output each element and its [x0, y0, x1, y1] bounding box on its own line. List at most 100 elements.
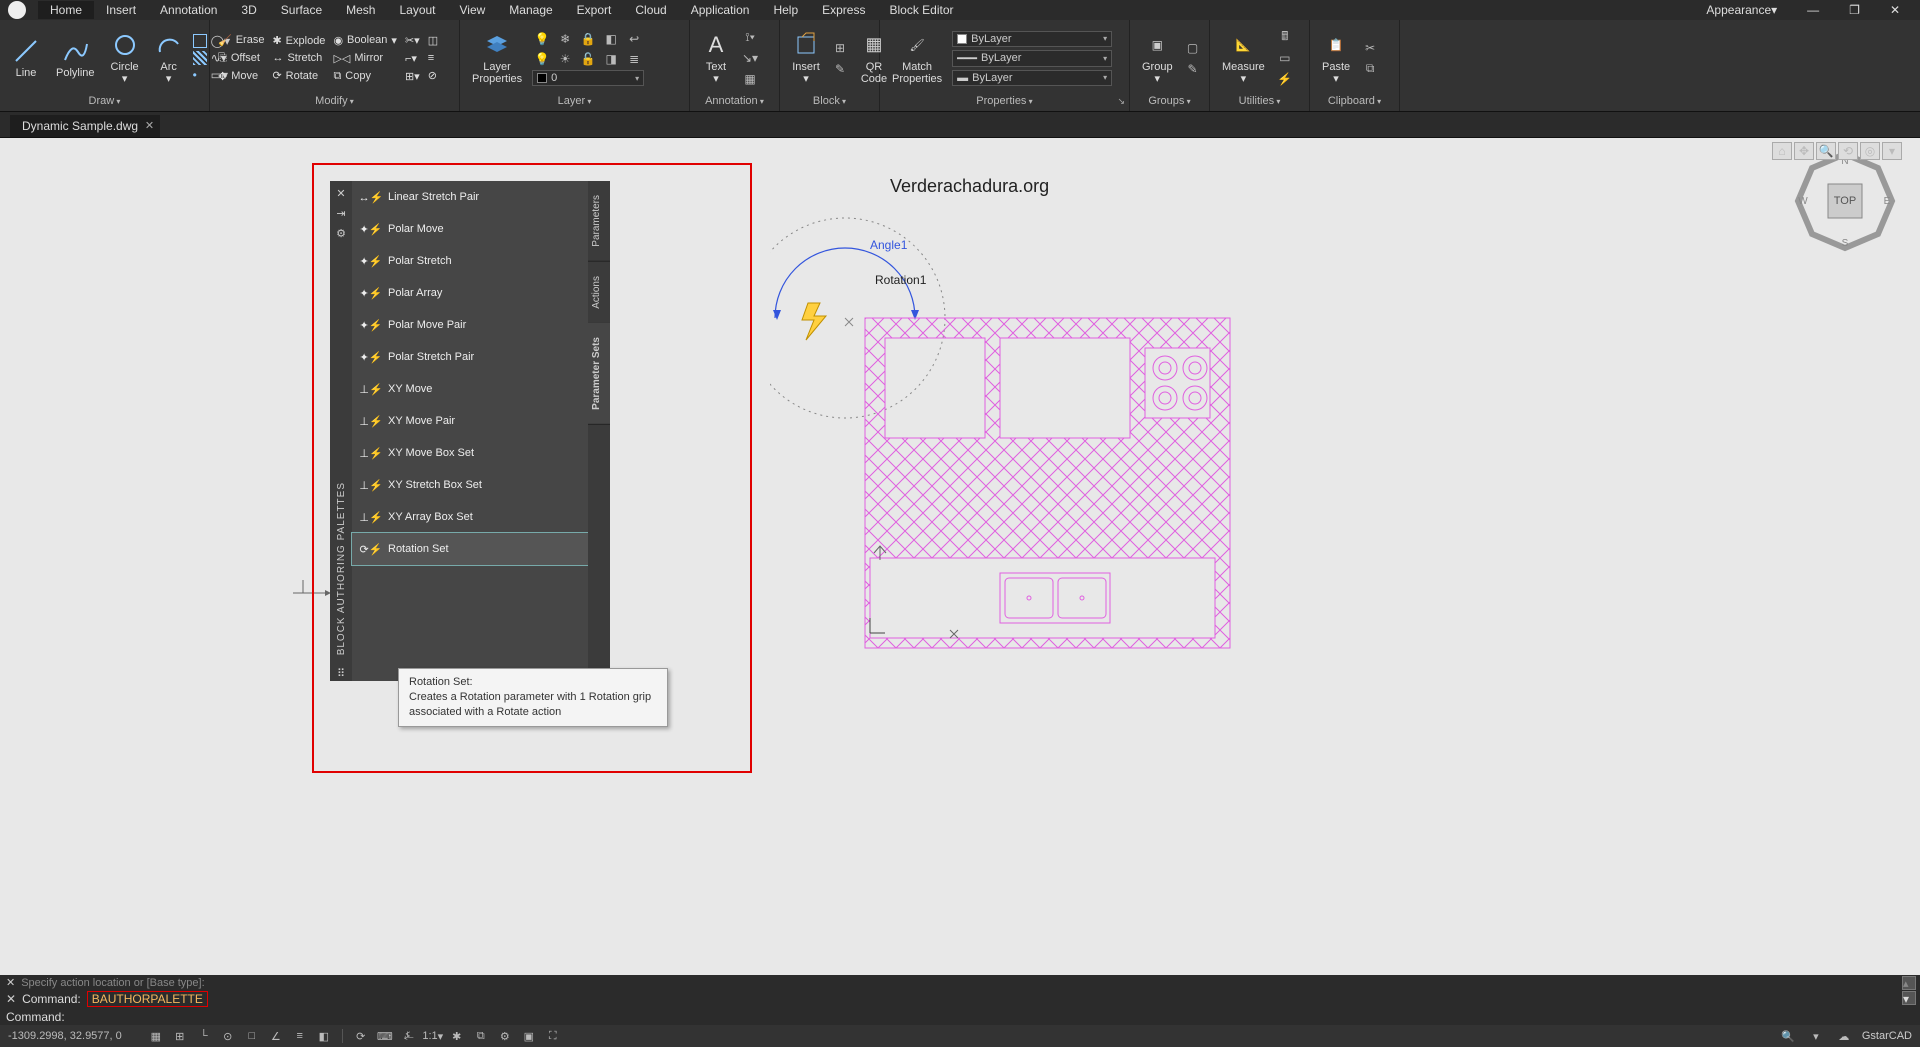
close-tab-icon[interactable]: ✕ — [145, 119, 154, 132]
panel-properties-title[interactable]: Properties — [886, 92, 1123, 107]
palette-item[interactable]: ✦⚡Polar Stretch — [352, 245, 588, 277]
palette-item[interactable]: ↔⚡Linear Stretch Pair — [352, 181, 588, 213]
boolean-button[interactable]: ◉ Boolean▾ — [331, 33, 399, 48]
workspace-icon[interactable]: ⧉ — [471, 1027, 491, 1045]
polar-icon[interactable]: ⊙ — [218, 1027, 238, 1045]
command-scroll-up-icon[interactable]: ▴ — [1902, 976, 1916, 990]
fillet-icon[interactable]: ⌐▾ — [403, 51, 422, 66]
window-close-icon[interactable]: ✕ — [1878, 1, 1912, 19]
dynamic-input-icon[interactable]: ⌨ — [375, 1027, 395, 1045]
menu-export[interactable]: Export — [565, 1, 624, 19]
color-dropdown[interactable]: ByLayer▾ — [952, 31, 1112, 47]
selection-cycle-icon[interactable]: ⟳ — [351, 1027, 371, 1045]
layer-dropdown[interactable]: 0▾ — [532, 70, 644, 86]
panel-annotation-title[interactable]: Annotation — [696, 92, 773, 107]
palette-item[interactable]: ⊥⚡XY Stretch Box Set — [352, 469, 588, 501]
hardware-accel-icon[interactable]: ⚙ — [495, 1027, 515, 1045]
linetype-dropdown[interactable]: ━━━ ByLayer▾ — [952, 50, 1112, 67]
menu-view[interactable]: View — [448, 1, 498, 19]
transparency-icon[interactable]: ◧ — [314, 1027, 334, 1045]
polyline-button[interactable]: Polyline — [50, 35, 101, 81]
panel-utilities-title[interactable]: Utilities — [1216, 92, 1303, 107]
explode-button[interactable]: ✱ Explode — [270, 33, 327, 48]
nav-home-icon[interactable]: ⌂ — [1772, 142, 1792, 160]
menu-manage[interactable]: Manage — [497, 1, 564, 19]
arc-button[interactable]: Arc▾ — [149, 29, 189, 87]
panel-draw-title[interactable]: Draw — [6, 92, 203, 107]
palette-item[interactable]: ✦⚡Polar Array — [352, 277, 588, 309]
panel-block-title[interactable]: Block — [786, 92, 873, 107]
file-tab[interactable]: Dynamic Sample.dwg✕ — [10, 115, 160, 137]
lineweight-dropdown[interactable]: ▬ ByLayer▾ — [952, 70, 1112, 86]
palette-item[interactable]: ✦⚡Polar Move Pair — [352, 309, 588, 341]
menu-express[interactable]: Express — [810, 1, 877, 19]
anno-visibility-icon[interactable]: ✱ — [447, 1027, 467, 1045]
palette-tab-parameter-sets[interactable]: Parameter Sets — [588, 323, 610, 425]
layer-off-icon[interactable]: 💡 — [532, 30, 552, 48]
scale-dropdown[interactable]: 1:1 ▾ — [423, 1027, 443, 1045]
offset-button[interactable]: ⎘ Offset — [216, 51, 266, 66]
nav-pan-icon[interactable]: ✥ — [1794, 142, 1814, 160]
insert-button[interactable]: Insert▾ — [786, 29, 826, 87]
select-icon[interactable]: ▭ — [1275, 49, 1295, 67]
palette-settings-icon[interactable]: ⚙ — [334, 227, 348, 241]
copy-button[interactable]: ⧉ Copy — [331, 69, 399, 84]
command-input[interactable] — [71, 1009, 1914, 1024]
menu-block-editor[interactable]: Block Editor — [877, 1, 965, 19]
calc-icon[interactable]: 🖩 — [1275, 28, 1295, 46]
ortho-icon[interactable]: └ — [194, 1027, 214, 1045]
palette-item[interactable]: ✦⚡Polar Stretch Pair — [352, 341, 588, 373]
window-minimize-icon[interactable]: — — [1795, 1, 1831, 19]
otrack-icon[interactable]: ∠ — [266, 1027, 286, 1045]
palette-item[interactable]: ⊥⚡XY Move Box Set — [352, 437, 588, 469]
layer-lock-icon[interactable]: 🔒 — [578, 30, 598, 48]
customize-icon[interactable]: ▾ — [1806, 1027, 1826, 1045]
menu-surface[interactable]: Surface — [269, 1, 334, 19]
align-icon[interactable]: ≡ — [426, 51, 440, 65]
properties-dialog-icon[interactable]: ↘ — [1117, 96, 1125, 107]
trim-icon[interactable]: ✂▾ — [403, 33, 422, 48]
text-button[interactable]: AText▾ — [696, 29, 736, 87]
menu-insert[interactable]: Insert — [94, 1, 148, 19]
layer-thaw-icon[interactable]: ☀ — [555, 50, 575, 68]
magnifier-icon[interactable]: 🔍 — [1778, 1027, 1798, 1045]
menu-appearance[interactable]: Appearance▾ — [1694, 1, 1789, 19]
cut-icon[interactable]: ✂ — [1360, 39, 1380, 57]
layer-walk-icon[interactable]: ≣ — [624, 50, 644, 68]
layer-properties-button[interactable]: Layer Properties — [466, 29, 528, 87]
array-icon[interactable]: ⊞▾ — [403, 69, 422, 84]
palette-item[interactable]: ⊥⚡XY Move — [352, 373, 588, 405]
rotate-button[interactable]: ⟳ Rotate — [270, 68, 327, 83]
group-button[interactable]: ▣Group▾ — [1136, 29, 1179, 87]
window-restore-icon[interactable]: ❐ — [1837, 1, 1872, 19]
measure-button[interactable]: 📐Measure▾ — [1216, 29, 1271, 87]
rectangle-icon[interactable] — [193, 34, 207, 48]
snap-mode-icon[interactable]: ⊞ — [170, 1027, 190, 1045]
menu-home[interactable]: Home — [38, 1, 94, 19]
nav-steer-icon[interactable]: ◎ — [1860, 142, 1880, 160]
quickselect-icon[interactable]: ⚡ — [1275, 70, 1295, 88]
palette-tab-actions[interactable]: Actions — [588, 262, 610, 324]
dimension-icon[interactable]: ⟟▾ — [740, 28, 760, 46]
menu-application[interactable]: Application — [679, 1, 762, 19]
layer-on-icon[interactable]: 💡 — [532, 50, 552, 68]
drawing-canvas[interactable]: Verderachadura.org — [0, 138, 1920, 975]
paste-button[interactable]: 📋Paste▾ — [1316, 29, 1356, 87]
edit-block-icon[interactable]: ✎ — [830, 60, 850, 78]
menu-annotation[interactable]: Annotation — [148, 1, 229, 19]
command-close-icon[interactable]: ✕ — [6, 976, 15, 989]
menu-3d[interactable]: 3D — [229, 1, 268, 19]
palette-props-icon[interactable]: ⠿ — [334, 667, 348, 681]
palette-item[interactable]: ⊥⚡XY Array Box Set — [352, 501, 588, 533]
cloud-icon[interactable]: ☁ — [1834, 1027, 1854, 1045]
circle-button[interactable]: Circle▾ — [105, 29, 145, 87]
line-button[interactable]: Line — [6, 35, 46, 81]
layer-match-icon[interactable]: ◨ — [601, 50, 621, 68]
ungroup-icon[interactable]: ▢ — [1183, 39, 1203, 57]
palette-tab-parameters[interactable]: Parameters — [588, 181, 610, 262]
layer-iso-icon[interactable]: ◧ — [601, 30, 621, 48]
layer-prev-icon[interactable]: ↩ — [624, 30, 644, 48]
anno-scale-icon[interactable]: ⍼ — [399, 1027, 419, 1045]
leader-icon[interactable]: ↘▾ — [740, 49, 760, 67]
panel-layer-title[interactable]: Layer — [466, 92, 683, 107]
